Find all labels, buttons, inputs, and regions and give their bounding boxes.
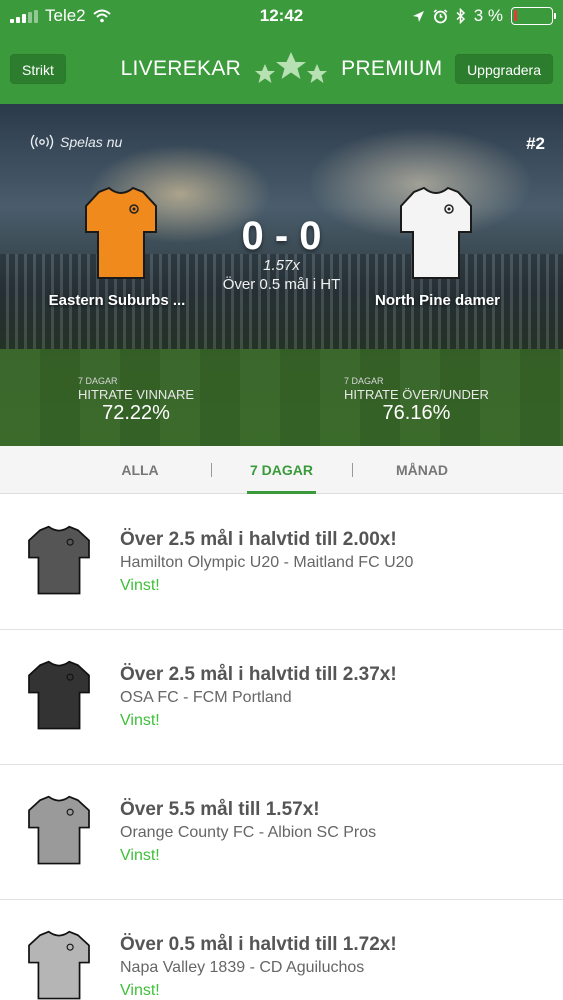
tip-result: Vinst! bbox=[120, 847, 160, 864]
stat-period: 7 DAGAR bbox=[78, 376, 118, 386]
tip-result: Vinst! bbox=[120, 982, 160, 999]
bluetooth-icon bbox=[456, 8, 465, 24]
tab-divider bbox=[211, 463, 212, 477]
list-item[interactable]: Över 2.5 mål i halvtid till 2.00x! Hamil… bbox=[0, 495, 563, 630]
tab-all[interactable]: ALLA bbox=[95, 446, 185, 494]
shirt-icon bbox=[28, 525, 90, 595]
list-item[interactable]: Över 2.5 mål i halvtid till 2.37x! OSA F… bbox=[0, 630, 563, 765]
tip-odds: 1.57x bbox=[263, 257, 300, 274]
top-bar: Tele2 12:42 3 % Strikt LIVEREKAR PREMIUM… bbox=[0, 0, 563, 104]
stat-value: 72.22% bbox=[102, 402, 170, 424]
status-bar: Tele2 12:42 3 % bbox=[0, 0, 563, 34]
status-right: 3 % bbox=[412, 6, 556, 26]
tab-month[interactable]: MÅNAD bbox=[372, 446, 472, 494]
brand-right-text: PREMIUM bbox=[341, 57, 443, 80]
alarm-icon bbox=[433, 8, 448, 23]
tip-match: Napa Valley 1839 - CD Aguiluchos bbox=[120, 959, 365, 976]
away-team-name: North Pine damer bbox=[374, 292, 501, 309]
match-number: #2 bbox=[526, 134, 545, 153]
stat-value: 76.16% bbox=[382, 402, 451, 424]
upgrade-button[interactable]: Uppgradera bbox=[455, 54, 553, 84]
hitrate-winner-stat: 7 DAGAR HITRATE VINNARE 72.22% bbox=[78, 376, 194, 425]
live-indicator: Spelas nu bbox=[30, 134, 122, 150]
brand-left-text: LIVEREKAR bbox=[120, 57, 242, 80]
broadcast-icon bbox=[30, 134, 54, 150]
tip-label: Över 0.5 mål i HT bbox=[222, 276, 341, 293]
tip-result: Vinst! bbox=[120, 712, 160, 729]
period-tabs: ALLA 7 DAGAR MÅNAD bbox=[0, 446, 563, 494]
tip-match: OSA FC - FCM Portland bbox=[120, 689, 292, 706]
active-tab-indicator bbox=[247, 491, 316, 494]
home-team-name: Eastern Suburbs ... bbox=[48, 292, 186, 309]
live-label: Spelas nu bbox=[60, 134, 123, 150]
hitrate-over-under-stat: 7 DAGAR HITRATE ÖVER/UNDER 76.16% bbox=[344, 376, 489, 425]
shirt-icon bbox=[28, 795, 90, 865]
stat-title: HITRATE VINNARE bbox=[78, 387, 195, 402]
stars-icon bbox=[255, 52, 328, 83]
tip-result: Vinst! bbox=[120, 577, 160, 594]
shirt-icon bbox=[28, 930, 90, 1000]
list-item[interactable]: Över 0.5 mål i halvtid till 1.72x! Napa … bbox=[0, 900, 563, 1000]
battery-icon bbox=[511, 7, 556, 25]
stat-title: HITRATE ÖVER/UNDER bbox=[344, 387, 489, 402]
stat-period: 7 DAGAR bbox=[344, 376, 384, 386]
location-icon bbox=[412, 10, 424, 22]
battery-percent: 3 % bbox=[473, 6, 503, 25]
live-match-card[interactable]: Spelas nu #2 Eastern Suburbs ... North P… bbox=[0, 104, 563, 446]
nav-bar: Strikt LIVEREKAR PREMIUM Uppgradera bbox=[0, 40, 563, 98]
tab-7-days[interactable]: 7 DAGAR bbox=[235, 446, 328, 494]
tip-match: Hamilton Olympic U20 - Maitland FC U20 bbox=[120, 554, 414, 571]
tip-title: Över 2.5 mål i halvtid till 2.00x! bbox=[120, 529, 397, 550]
tip-match: Orange County FC - Albion SC Pros bbox=[120, 824, 377, 841]
tip-title: Över 0.5 mål i halvtid till 1.72x! bbox=[120, 934, 397, 955]
tab-divider bbox=[352, 463, 353, 477]
match-score: 0 - 0 bbox=[241, 214, 322, 258]
tip-title: Över 2.5 mål i halvtid till 2.37x! bbox=[120, 664, 397, 685]
shirt-icon bbox=[28, 660, 90, 730]
tip-title: Över 5.5 mål till 1.57x! bbox=[120, 799, 320, 820]
list-item[interactable]: Över 5.5 mål till 1.57x! Orange County F… bbox=[0, 765, 563, 900]
